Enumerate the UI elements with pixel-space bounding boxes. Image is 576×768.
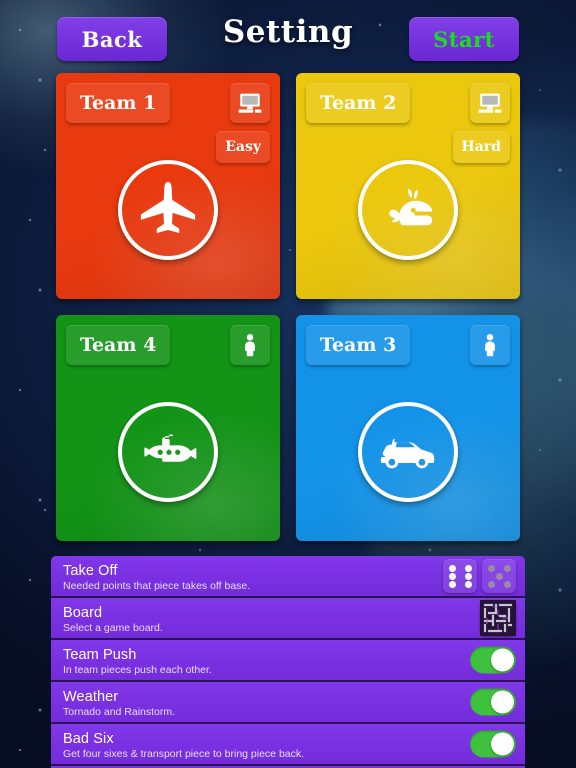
dice-pip bbox=[503, 564, 511, 572]
settings-panel: Take Off Needed points that piece takes o… bbox=[51, 556, 525, 768]
toggle-knob bbox=[491, 690, 514, 714]
airplane-icon[interactable] bbox=[118, 160, 218, 260]
start-button[interactable]: Start bbox=[409, 17, 519, 61]
dice-gap bbox=[495, 564, 503, 572]
dice-gap bbox=[487, 572, 495, 580]
dice-gap bbox=[456, 580, 464, 588]
dice-5-option[interactable] bbox=[482, 559, 516, 593]
setting-control bbox=[470, 730, 516, 758]
dice-pip bbox=[487, 580, 495, 588]
setting-title: Team Push bbox=[63, 647, 137, 663]
computer-icon[interactable] bbox=[230, 83, 270, 123]
team-name-badge[interactable]: Team 1 bbox=[66, 83, 171, 123]
team-grid: Team 1 Easy Team 2 Hard Team 4 Team 3 bbox=[56, 73, 520, 545]
setting-description: In team pieces push each other. bbox=[63, 664, 212, 676]
toggle-switch[interactable] bbox=[470, 688, 516, 716]
setting-title: Bad Six bbox=[63, 731, 114, 747]
dice-pip bbox=[487, 564, 495, 572]
team-name-badge[interactable]: Team 4 bbox=[66, 325, 171, 365]
team-card-1[interactable]: Team 1 Easy bbox=[56, 73, 280, 299]
setting-control bbox=[480, 600, 516, 636]
dice-pip bbox=[464, 580, 472, 588]
game-setting-screen: Back Setting Start Team 1 Easy Team 2 Hard T… bbox=[0, 0, 576, 768]
dice-gap bbox=[456, 572, 464, 580]
dice-gap bbox=[456, 564, 464, 572]
dice-pip bbox=[448, 564, 456, 572]
setting-description: Tornado and Rainstorm. bbox=[63, 706, 176, 718]
setting-control bbox=[443, 559, 516, 593]
setting-title: Weather bbox=[63, 689, 119, 705]
dice-gap bbox=[495, 580, 503, 588]
difficulty-badge[interactable]: Easy bbox=[216, 131, 270, 163]
team-name-badge[interactable]: Team 3 bbox=[306, 325, 411, 365]
setting-row-board[interactable]: Board Select a game board. bbox=[51, 598, 525, 640]
setting-row-team-push[interactable]: Team Push In team pieces push each other. bbox=[51, 640, 525, 682]
header-bar: Back Setting Start bbox=[0, 0, 576, 68]
toggle-knob bbox=[491, 648, 514, 672]
dice-pip bbox=[448, 580, 456, 588]
team-card-2[interactable]: Team 2 Hard bbox=[296, 73, 520, 299]
person-icon[interactable] bbox=[230, 325, 270, 365]
setting-description: Select a game board. bbox=[63, 622, 163, 634]
setting-description: Get four sixes & transport piece to brin… bbox=[63, 748, 305, 760]
setting-row-bad-six[interactable]: Bad Six Get four sixes & transport piece … bbox=[51, 724, 525, 766]
dice-pip bbox=[495, 572, 503, 580]
toggle-knob bbox=[491, 732, 514, 756]
dice-pip bbox=[448, 572, 456, 580]
person-icon[interactable] bbox=[470, 325, 510, 365]
team-name-badge[interactable]: Team 2 bbox=[306, 83, 411, 123]
board-maze-icon[interactable] bbox=[480, 600, 516, 636]
dice-pip bbox=[503, 580, 511, 588]
setting-control bbox=[470, 688, 516, 716]
setting-row-take-off[interactable]: Take Off Needed points that piece takes o… bbox=[51, 556, 525, 598]
toggle-switch[interactable] bbox=[470, 646, 516, 674]
dice-pip bbox=[464, 564, 472, 572]
whale-icon[interactable] bbox=[358, 160, 458, 260]
submarine-icon[interactable] bbox=[118, 402, 218, 502]
team-card-3[interactable]: Team 4 bbox=[56, 315, 280, 541]
setting-title: Board bbox=[63, 605, 103, 621]
dice-gap bbox=[503, 572, 511, 580]
computer-icon[interactable] bbox=[470, 83, 510, 123]
car-icon[interactable] bbox=[358, 402, 458, 502]
setting-control bbox=[470, 646, 516, 674]
difficulty-badge[interactable]: Hard bbox=[452, 131, 510, 163]
toggle-switch[interactable] bbox=[470, 730, 516, 758]
team-card-4[interactable]: Team 3 bbox=[296, 315, 520, 541]
dice-6-option[interactable] bbox=[443, 559, 477, 593]
dice-pip bbox=[464, 572, 472, 580]
setting-row-weather[interactable]: Weather Tornado and Rainstorm. bbox=[51, 682, 525, 724]
